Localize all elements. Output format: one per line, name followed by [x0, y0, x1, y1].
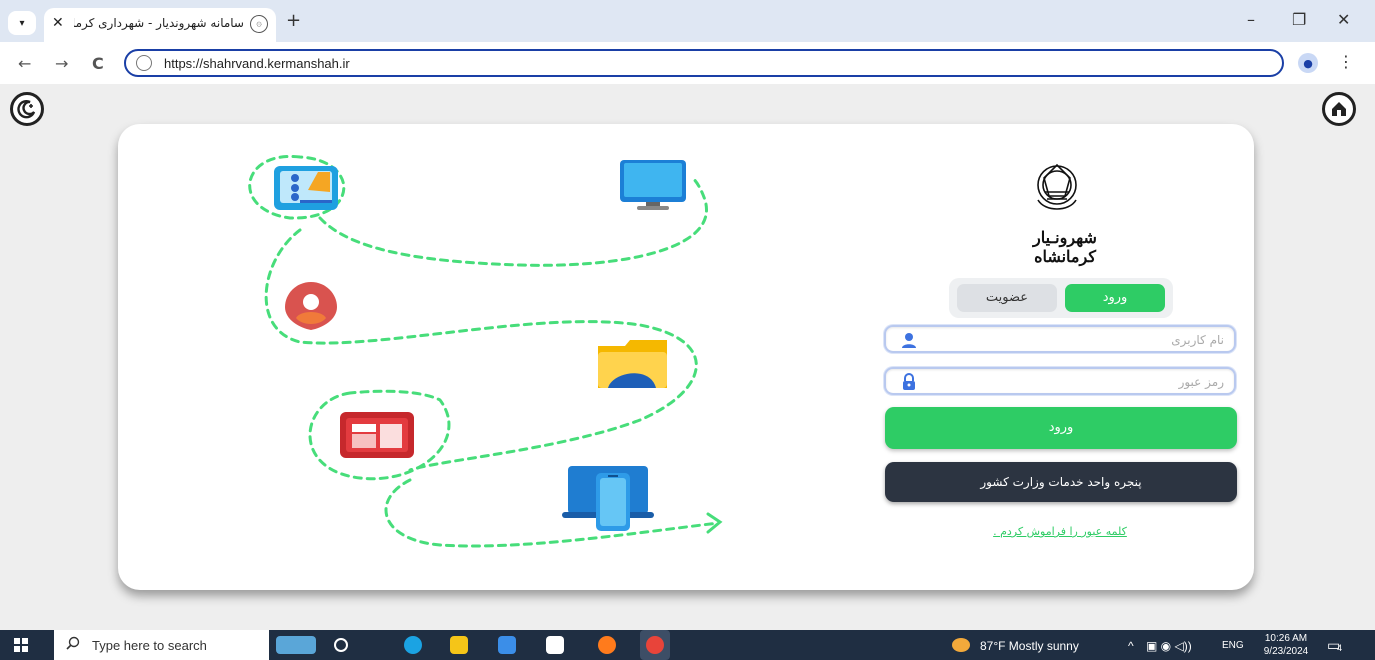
password-field[interactable] [884, 367, 1236, 395]
firefox-icon[interactable] [598, 636, 616, 654]
mail-icon[interactable] [546, 636, 564, 654]
search-icon [66, 636, 80, 650]
browser-tab[interactable]: ✕ سامانه شهروندیار - شهرداری کرمانشاه ۞ [44, 8, 276, 42]
tab-close-icon[interactable]: ✕ [52, 15, 64, 31]
login-card [118, 124, 1254, 590]
minimize-icon[interactable]: – [1247, 10, 1255, 29]
new-tab-button[interactable]: + [286, 10, 301, 31]
user-icon [902, 333, 916, 348]
taskbar: Type here to search 87°F Mostly sunny ^ … [0, 630, 1375, 660]
news-widget-icon[interactable] [276, 636, 316, 654]
lock-icon [903, 373, 915, 390]
login-button[interactable]: ورود [885, 407, 1237, 449]
back-icon[interactable]: ← [18, 54, 31, 73]
site-info-icon[interactable] [136, 55, 152, 71]
reload-icon[interactable]: C [92, 54, 104, 73]
clock-date: 9/23/2024 [1263, 646, 1309, 657]
store-icon[interactable] [498, 636, 516, 654]
password-input[interactable] [924, 372, 1224, 392]
tab-signup[interactable]: عضویت [957, 284, 1057, 312]
taskbar-search[interactable]: Type here to search [54, 630, 269, 660]
search-placeholder: Type here to search [92, 638, 207, 653]
ministry-services-button[interactable]: پنجره واحد خدمات وزارت کشور [885, 462, 1237, 502]
url-text: https://shahrvand.kermanshah.ir [164, 56, 350, 71]
home-icon[interactable] [1322, 92, 1356, 126]
weather-icon[interactable] [952, 638, 970, 652]
username-input[interactable] [924, 330, 1224, 350]
edge-icon[interactable] [404, 636, 422, 654]
task-view-icon[interactable] [334, 638, 348, 652]
file-explorer-icon[interactable] [450, 636, 468, 654]
windows-start-icon[interactable] [14, 638, 28, 652]
brand-wordmark: شهرونـیار کرمانشاه [1033, 228, 1097, 266]
browser-tab-bar: ▾ ✕ سامانه شهروندیار - شهرداری کرمانشاه … [0, 0, 1375, 42]
clock[interactable]: 10:26 AM 9/23/2024 [1256, 632, 1316, 658]
language-indicator[interactable]: ENG [1222, 640, 1244, 651]
username-field[interactable] [884, 325, 1236, 353]
moon-plus-icon[interactable] [10, 92, 44, 126]
notification-count: 4 [1337, 643, 1343, 653]
auth-tabs: ورود عضویت [949, 278, 1173, 318]
browser-address-bar: ← → C https://shahrvand.kermanshah.ir ● … [0, 42, 1375, 84]
tray-icons[interactable]: ▣ ◉ ◁)) [1146, 639, 1192, 653]
profile-icon[interactable]: ● [1298, 53, 1318, 73]
tab-title: سامانه شهروندیار - شهرداری کرمانشاه [74, 16, 244, 30]
forward-icon[interactable]: → [55, 54, 68, 73]
clock-time: 10:26 AM [1264, 633, 1308, 644]
browser-menu-icon[interactable]: ⋮ [1338, 52, 1354, 71]
forgot-password-link[interactable]: کلمه عبور را فراموش کردم . [980, 525, 1140, 538]
tray-chevron-icon[interactable]: ^ [1128, 639, 1134, 653]
chrome-active-icon[interactable] [640, 630, 670, 660]
restore-icon[interactable]: ❐ [1292, 10, 1306, 29]
tab-search-button[interactable]: ▾ [8, 11, 36, 35]
close-window-icon[interactable]: ✕ [1337, 10, 1350, 29]
url-field[interactable]: https://shahrvand.kermanshah.ir [124, 49, 1284, 77]
weather-text[interactable]: 87°F Mostly sunny [980, 639, 1079, 653]
site-favicon-icon: ۞ [250, 15, 268, 33]
tab-login[interactable]: ورود [1065, 284, 1165, 312]
